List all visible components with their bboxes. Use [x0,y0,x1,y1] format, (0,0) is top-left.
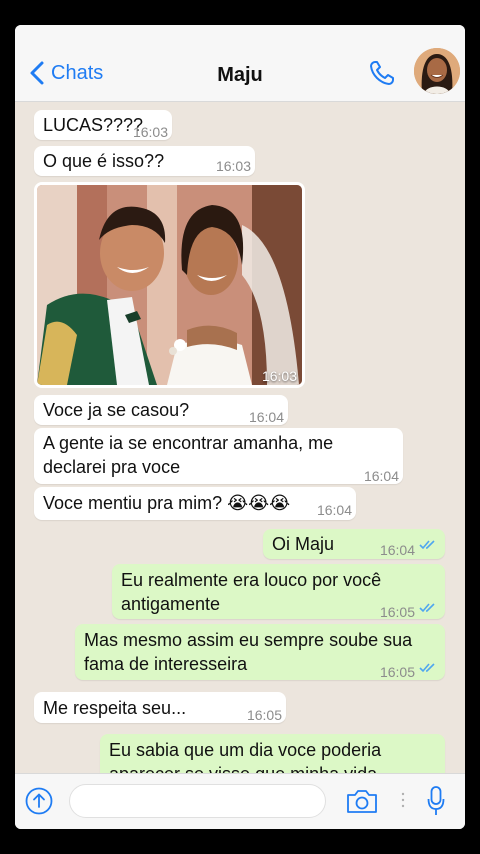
message-time: 16:03 [215,158,251,174]
message-bubble-outgoing[interactable]: Oi Maju 16:04 [263,529,445,559]
message-bubble-outgoing[interactable]: Eu realmente era louco por você antigame… [112,564,445,620]
message-text: LUCAS???? [43,115,144,135]
chat-header: Chats Maju [15,25,465,102]
message-bubble-incoming[interactable]: O que é isso?? 16:03 [34,146,255,176]
message-time: 16:04 [379,542,415,558]
message-bubble-outgoing[interactable]: Eu sabia que um dia voce poderia aparece… [100,734,445,773]
message-time: 16:04 [316,502,352,518]
up-arrow-circle-icon[interactable] [25,787,53,815]
message-time: 16:05 [379,664,415,680]
message-text: Oi Maju [272,534,335,554]
message-bubble-incoming[interactable]: LUCAS???? 16:03 [34,110,172,140]
wedding-photo[interactable] [37,185,302,385]
message-bubble-outgoing[interactable]: Mas mesmo assim eu sempre soube sua fama… [75,624,445,680]
microphone-icon[interactable] [427,785,445,817]
chat-area[interactable]: LUCAS???? 16:03 O que é isso?? 16:03 16:… [15,102,465,773]
message-bubble-incoming[interactable]: Me respeita seu... 16:05 [34,692,286,723]
message-time: 16:05 [246,707,282,723]
contact-name[interactable]: Maju [15,64,465,87]
divider-dots-icon [401,792,405,808]
message-text: Mas mesmo assim eu sempre soube sua fama… [84,630,413,674]
message-time: 16:03 [132,124,168,140]
message-time: 16:05 [379,604,415,620]
message-text: Eu sabia que um dia voce poderia aparece… [109,740,382,773]
message-time: 16:04 [363,468,399,484]
contact-avatar[interactable] [414,48,460,94]
message-text: A gente ia se encontrar amanha, me decla… [43,433,334,477]
message-text: Me respeita seu... [43,698,187,718]
composer-bar [15,773,465,829]
message-bubble-incoming[interactable]: A gente ia se encontrar amanha, me decla… [34,428,403,484]
phone-icon[interactable] [368,59,396,87]
read-ticks-icon [419,540,435,550]
message-time: 16:04 [248,409,284,425]
read-ticks-icon [419,603,435,613]
camera-icon[interactable] [346,788,378,814]
message-input[interactable] [69,784,326,818]
message-bubble-incoming[interactable]: Voce mentiu pra mim? 😭😭😭 16:04 [34,487,356,520]
message-text: Eu realmente era louco por você antigame… [121,570,382,614]
read-ticks-icon [419,663,435,673]
message-text: Voce mentiu pra mim? 😭😭😭 [43,493,291,513]
image-message[interactable]: 16:03 [34,182,305,388]
message-bubble-incoming[interactable]: Voce ja se casou? 16:04 [34,395,288,425]
message-text: Voce ja se casou? [43,400,190,420]
phone-screen: Chats Maju LUCAS???? 16:03 O que é isso?… [15,25,465,829]
message-time: 16:03 [261,368,297,384]
message-text: O que é isso?? [43,151,165,171]
